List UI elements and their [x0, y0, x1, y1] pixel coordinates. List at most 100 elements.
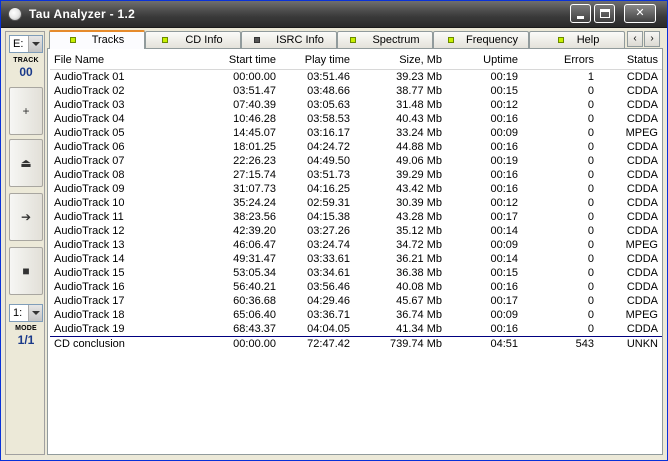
tab-spectrum[interactable]: Spectrum	[337, 31, 433, 48]
summary-cell-play-time: 72:47.42	[280, 335, 354, 351]
tab-scroll-left-button[interactable]: ‹	[627, 31, 643, 47]
cell-status: CDDA	[626, 294, 658, 307]
cell-play-time: 02:59.31	[307, 196, 350, 209]
add-button[interactable]: +	[9, 87, 43, 135]
cell-start-time: 53:05.34	[233, 266, 276, 279]
app-icon[interactable]	[8, 7, 22, 21]
cell-size: 45.67 Mb	[396, 294, 442, 307]
title-bar[interactable]: Tau Analyzer - 1.2 ✕	[1, 1, 667, 28]
cell-start-time: 18:01.25	[233, 140, 276, 153]
table-row[interactable]: AudioTrack 18 65:06.40 03:36.71 36.74 Mb 00:…	[50, 308, 662, 322]
column-header-start-time[interactable]: Start time	[200, 51, 280, 70]
cell-play-time: 03:27.26	[307, 224, 350, 237]
cell-start-time: 22:26.23	[233, 154, 276, 167]
mode-select[interactable]: 1:	[9, 304, 43, 322]
drive-select[interactable]: E:	[9, 35, 43, 53]
play-button[interactable]: ➔	[9, 193, 43, 241]
cell-errors: 0	[587, 196, 594, 209]
cell-status: MPEG	[625, 238, 658, 251]
track-label: TRACK	[13, 57, 39, 64]
cell-uptime: 00:12	[490, 98, 518, 111]
stop-button[interactable]: ■	[9, 247, 43, 295]
maximize-button[interactable]	[594, 4, 615, 23]
cell-play-time: 03:34.61	[307, 266, 350, 279]
minimize-button[interactable]	[570, 4, 591, 23]
tab-label: Tracks	[91, 34, 125, 46]
tab-help[interactable]: Help	[529, 31, 625, 48]
cell-status: CDDA	[626, 84, 658, 97]
close-button[interactable]: ✕	[624, 4, 656, 23]
cell-errors: 0	[587, 112, 594, 125]
tab-scroll-right-button[interactable]: ›	[644, 31, 660, 47]
cell-file-name: AudioTrack 06	[54, 140, 125, 153]
cell-uptime: 00:09	[490, 238, 518, 251]
summary-row[interactable]: CD conclusion 00:00.00 72:47.42 739.74 Mb 04…	[50, 335, 662, 351]
cell-file-name: AudioTrack 02	[54, 84, 125, 97]
column-header-play-time[interactable]: Play time	[280, 51, 354, 70]
cell-file-name: AudioTrack 15	[54, 266, 125, 279]
summary-cell-file-name: CD conclusion	[50, 335, 200, 351]
cell-play-time: 03:24.74	[307, 238, 350, 251]
column-header-file-name[interactable]: File Name	[50, 51, 200, 70]
table-row[interactable]: AudioTrack 17 60:36.68 04:29.46 45.67 Mb 00:…	[50, 294, 662, 308]
cell-play-time: 04:15.38	[307, 210, 350, 223]
table-row[interactable]: AudioTrack 09 31:07.73 04:16.25 43.42 Mb 00:…	[50, 182, 662, 196]
table-row[interactable]: AudioTrack 11 38:23.56 04:15.38 43.28 Mb 00:…	[50, 210, 662, 224]
tab-cd-info[interactable]: CD Info	[145, 31, 241, 48]
cell-play-time: 03:05.63	[307, 98, 350, 111]
cell-play-time: 03:16.17	[307, 126, 350, 139]
tab-frequency[interactable]: Frequency	[433, 31, 529, 48]
table-row[interactable]: AudioTrack 04 10:46.28 03:58.53 40.43 Mb 00:…	[50, 112, 662, 126]
cell-start-time: 38:23.56	[233, 210, 276, 223]
chevron-down-icon[interactable]	[28, 305, 42, 321]
table-row[interactable]: AudioTrack 13 46:06.47 03:24.74 34.72 Mb 00:…	[50, 238, 662, 252]
cell-status: CDDA	[626, 112, 658, 125]
table-row[interactable]: AudioTrack 16 56:40.21 03:56.46 40.08 Mb 00:…	[50, 280, 662, 294]
tab-label: Spectrum	[372, 34, 420, 46]
cell-start-time: 46:06.47	[233, 238, 276, 251]
column-header-size[interactable]: Size, Mb	[354, 51, 446, 70]
cell-file-name: AudioTrack 11	[54, 210, 124, 223]
close-icon: ✕	[635, 7, 645, 19]
eject-button[interactable]: ⏏	[9, 139, 43, 187]
cell-start-time: 03:51.47	[233, 84, 276, 97]
table-row[interactable]: AudioTrack 19 68:43.37 04:04.05 41.34 Mb 00:…	[50, 322, 662, 337]
cell-size: 40.08 Mb	[396, 280, 442, 293]
column-header-uptime[interactable]: Uptime	[446, 51, 522, 70]
cell-status: CDDA	[626, 70, 658, 83]
cell-size: 31.48 Mb	[396, 98, 442, 111]
cell-size: 41.34 Mb	[396, 322, 442, 335]
column-header-errors[interactable]: Errors	[522, 51, 598, 70]
left-toolbar: E: TRACK 00 + ⏏ ➔ ■ 1: MODE 1/1	[5, 31, 45, 455]
cell-size: 49.06 Mb	[396, 154, 442, 167]
chevron-down-icon[interactable]	[28, 36, 42, 52]
cell-status: CDDA	[626, 196, 658, 209]
summary-cell-size: 739.74 Mb	[354, 335, 446, 351]
table-row[interactable]: AudioTrack 08 27:15.74 03:51.73 39.29 Mb 00:…	[50, 168, 662, 182]
table-row[interactable]: AudioTrack 15 53:05.34 03:34.61 36.38 Mb 00:…	[50, 266, 662, 280]
cell-start-time: 31:07.73	[233, 182, 276, 195]
tab-isrc-info[interactable]: ISRC Info	[241, 31, 337, 48]
table-row[interactable]: AudioTrack 06 18:01.25 04:24.72 44.88 Mb 00:…	[50, 140, 662, 154]
cell-uptime: 00:16	[490, 168, 518, 181]
table-row[interactable]: AudioTrack 02 03:51.47 03:48.66 38.77 Mb 00:…	[50, 84, 662, 98]
table-row[interactable]: AudioTrack 01 00:00.00 03:51.46 39.23 Mb 00:…	[50, 69, 662, 84]
table-row[interactable]: AudioTrack 05 14:45.07 03:16.17 33.24 Mb 00:…	[50, 126, 662, 140]
cell-file-name: AudioTrack 08	[54, 168, 125, 181]
cell-uptime: 00:17	[490, 210, 518, 223]
drive-select-value: E:	[13, 38, 24, 50]
tab-bar: Tracks CD Info ISRC Info Spectrum Freque…	[47, 30, 663, 49]
table-row[interactable]: AudioTrack 14 49:31.47 03:33.61 36.21 Mb 00:…	[50, 252, 662, 266]
tab-tracks[interactable]: Tracks	[49, 30, 145, 49]
cell-status: CDDA	[626, 182, 658, 195]
table-row[interactable]: AudioTrack 03 07:40.39 03:05.63 31.48 Mb 00:…	[50, 98, 662, 112]
table-row[interactable]: AudioTrack 07 22:26.23 04:49.50 49.06 Mb 00:…	[50, 154, 662, 168]
cell-file-name: AudioTrack 01	[54, 70, 125, 83]
cell-uptime: 00:19	[490, 154, 518, 167]
tab-label: Help	[576, 34, 600, 46]
cell-play-time: 03:48.66	[307, 84, 350, 97]
table-row[interactable]: AudioTrack 12 42:39.20 03:27.26 35.12 Mb 00:…	[50, 224, 662, 238]
column-header-status[interactable]: Status	[598, 51, 662, 70]
tracks-table: File Name Start time Play time Size, Mb …	[50, 51, 662, 351]
table-row[interactable]: AudioTrack 10 35:24.24 02:59.31 30.39 Mb 00:…	[50, 196, 662, 210]
